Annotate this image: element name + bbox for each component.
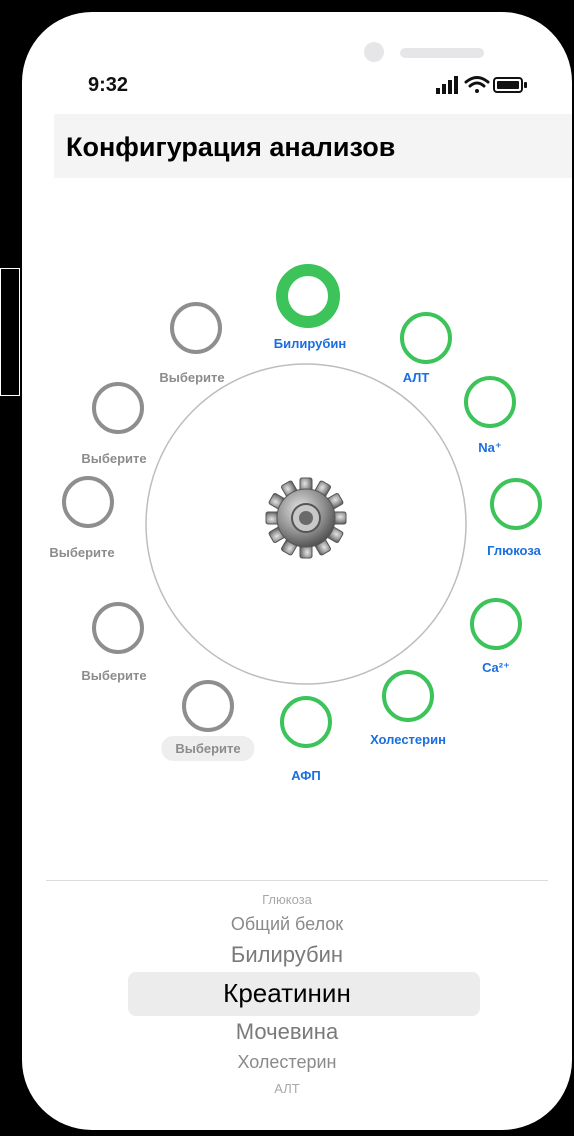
empty-ring-icon[interactable] [182,680,234,732]
test-ring-icon[interactable] [276,264,340,328]
empty-ring-icon[interactable] [170,302,222,354]
wheel-slot-label: Билирубин [273,336,347,351]
wheel-slot-label: Ca²⁺ [482,660,510,675]
test-ring-icon[interactable] [280,696,332,748]
wifi-icon [464,76,490,93]
status-time: 9:32 [88,74,129,96]
empty-ring-icon[interactable] [62,476,114,528]
battery-icon [493,77,527,93]
picker-item[interactable]: Глюкоза [0,892,574,907]
wheel-slot-label: Выберите [81,451,147,466]
wheel-slot-label: Na⁺ [478,440,502,455]
picker-item[interactable]: Креатинин [0,978,574,1009]
signal-icon [436,76,458,94]
side-button [0,268,20,396]
wheel-slot-label: Выберите [159,370,225,385]
status-icons [436,76,527,94]
picker-item[interactable]: Мочевина [0,1019,574,1045]
wheel-slot-label: АЛТ [402,370,430,385]
test-ring-icon[interactable] [470,598,522,650]
picker-item[interactable]: Билирубин [0,942,574,968]
test-ring-icon[interactable] [382,670,434,722]
camera-icon [364,42,384,62]
page-title: Конфигурация анализов [66,132,396,162]
title-bar: Конфигурация анализов [54,114,572,178]
status-bar: 9:32 [22,12,572,112]
empty-ring-icon[interactable] [92,382,144,434]
wheel-slot-label: Выберите [49,545,115,560]
wheel-slot-label: Выберите [81,668,147,683]
notch [164,12,484,82]
wheel-slot-label: Глюкоза [487,543,541,558]
wheel-slot-label: Холестерин [370,732,446,747]
picker-item[interactable]: Общий белок [0,914,574,935]
speaker-icon [400,48,484,58]
picker-item[interactable]: Холестерин [0,1052,574,1073]
test-ring-icon[interactable] [490,478,542,530]
test-ring-icon[interactable] [400,312,452,364]
picker-item[interactable]: АЛТ [0,1081,574,1096]
wheel-slot-label: АФП [291,768,321,783]
empty-ring-icon[interactable] [92,602,144,654]
test-ring-icon[interactable] [464,376,516,428]
picker-divider [46,880,548,881]
wheel-slot-label: Выберите [161,736,255,761]
